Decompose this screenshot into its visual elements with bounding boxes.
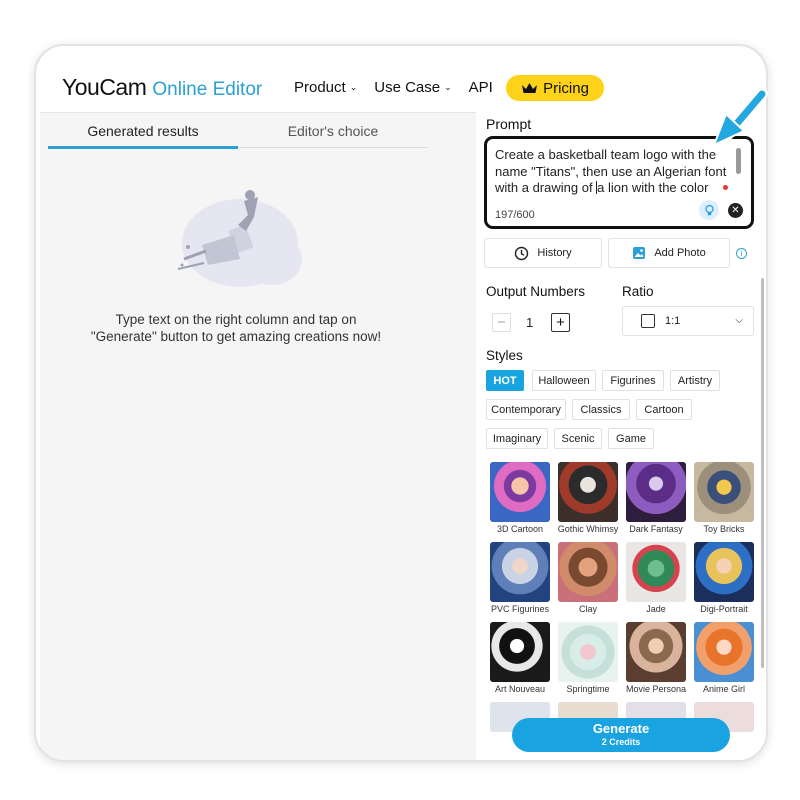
- info-icon[interactable]: i: [736, 248, 747, 259]
- ratio-label: Ratio: [622, 284, 654, 299]
- style-thumb-3d-cartoon[interactable]: [490, 462, 550, 522]
- generate-credits: 2 Credits: [601, 737, 641, 747]
- empty-state-text: Type text on the right column and tap on…: [60, 311, 412, 345]
- output-numbers-label: Output Numbers: [486, 284, 586, 299]
- prompt-idea-button[interactable]: [699, 200, 719, 220]
- main-menu: Product ⌄ Use Case ⌄ API: [294, 79, 510, 96]
- prompt-text-after: a lion with the color: [597, 180, 709, 195]
- prompt-label: Prompt: [486, 116, 532, 132]
- history-icon: [515, 246, 529, 260]
- style-thumb-digi-portrait[interactable]: [694, 542, 754, 602]
- style-thumb-clay[interactable]: [558, 542, 618, 602]
- empty-state-illustration: [177, 190, 302, 287]
- lightbulb-icon: [704, 204, 714, 215]
- top-nav: YouCam Online Editor Product ⌄ Use Case …: [36, 46, 766, 112]
- style-thumb-jade[interactable]: [626, 542, 686, 602]
- panel-scrollbar[interactable]: [761, 278, 764, 668]
- style-thumb-toy-bricks[interactable]: [694, 462, 754, 522]
- style-chip-cartoon[interactable]: Cartoon: [636, 399, 692, 420]
- pricing-button[interactable]: Pricing: [506, 75, 604, 101]
- spellcheck-dot: [723, 185, 728, 190]
- style-chip-contemporary[interactable]: Contemporary: [486, 399, 566, 420]
- prompt-scrollbar[interactable]: [736, 148, 741, 174]
- decrement-button[interactable]: −: [492, 313, 511, 332]
- style-thumb-movie-persona[interactable]: [626, 622, 686, 682]
- tab-divider: [238, 147, 428, 148]
- add-photo-button[interactable]: Add Photo: [608, 238, 730, 268]
- style-chip-game[interactable]: Game: [608, 428, 654, 449]
- char-counter: 197/600: [495, 209, 535, 221]
- crown-icon: [522, 83, 538, 93]
- generate-label: Generate: [592, 721, 650, 736]
- editor-pane: Prompt Create a basketball team logo wit…: [476, 112, 766, 760]
- style-caption: Digi-Portrait: [700, 604, 748, 614]
- callout-arrow-icon: [712, 88, 768, 147]
- add-photo-label: Add Photo: [654, 247, 706, 259]
- active-tab-indicator: [48, 146, 238, 149]
- browser-frame: YouCam Online Editor Product ⌄ Use Case …: [34, 44, 768, 762]
- logo-sub: Online Editor: [152, 79, 263, 100]
- results-tabs: Generated results Editor's choice: [48, 113, 428, 149]
- pricing-label: Pricing: [543, 79, 589, 97]
- menu-use-case-label: Use Case: [374, 79, 441, 96]
- menu-product-label: Product: [294, 79, 346, 96]
- logo[interactable]: YouCam Online Editor: [62, 74, 262, 104]
- style-caption: Toy Bricks: [703, 524, 745, 534]
- empty-state-line-1: Type text on the right column and tap on: [115, 312, 357, 327]
- chevron-down-icon: ⌄: [444, 82, 452, 92]
- clear-prompt-button[interactable]: ✕: [728, 203, 743, 218]
- menu-product[interactable]: Product ⌄: [294, 79, 357, 96]
- logo-main: YouCam: [62, 74, 147, 100]
- style-thumb-art-nouveau[interactable]: [490, 622, 550, 682]
- menu-api-label: API: [468, 79, 493, 96]
- style-thumb-anime-girl[interactable]: [694, 622, 754, 682]
- chevron-down-icon: ⌵: [735, 315, 743, 326]
- style-chip-artistry[interactable]: Artistry: [670, 370, 720, 391]
- history-label: History: [537, 247, 572, 259]
- image-icon: [633, 247, 646, 259]
- square-ratio-icon: [641, 314, 655, 328]
- style-thumb-gothic-whimsy[interactable]: [558, 462, 618, 522]
- style-chip-imaginary[interactable]: Imaginary: [486, 428, 548, 449]
- style-caption: Anime Girl: [702, 684, 745, 694]
- increment-button[interactable]: +: [551, 313, 570, 332]
- results-pane: Generated results Editor's choice Type t…: [40, 112, 476, 760]
- empty-state-line-2: "Generate" button to get amazing creatio…: [90, 329, 382, 344]
- tab-generated-results[interactable]: Generated results: [48, 113, 238, 149]
- style-thumb-dark-fantasy[interactable]: [626, 462, 686, 522]
- menu-api[interactable]: API: [469, 79, 493, 96]
- style-chip-figurines[interactable]: Figurines: [602, 370, 664, 391]
- style-chip-classics[interactable]: Classics: [572, 399, 630, 420]
- styles-label: Styles: [486, 348, 523, 363]
- style-thumb-springtime[interactable]: [558, 622, 618, 682]
- tab-editors-choice[interactable]: Editor's choice: [238, 113, 428, 149]
- chevron-down-icon: ⌄: [349, 82, 358, 92]
- ratio-value: 1:1: [665, 315, 681, 327]
- style-chip-hot[interactable]: HOT: [486, 370, 524, 391]
- style-thumb-pvc-figurines[interactable]: [490, 542, 550, 602]
- style-chip-scenic[interactable]: Scenic: [554, 428, 602, 449]
- output-number-value: 1: [526, 315, 534, 330]
- ratio-select[interactable]: 1:1 ⌵: [622, 306, 754, 336]
- generate-button[interactable]: Generate 2 Credits: [512, 718, 730, 752]
- menu-use-case[interactable]: Use Case ⌄: [374, 79, 451, 96]
- prompt-text: Create a basketball team logo with the n…: [495, 147, 735, 197]
- history-button[interactable]: History: [484, 238, 602, 268]
- close-icon: ✕: [731, 204, 740, 216]
- style-chip-halloween[interactable]: Halloween: [532, 370, 596, 391]
